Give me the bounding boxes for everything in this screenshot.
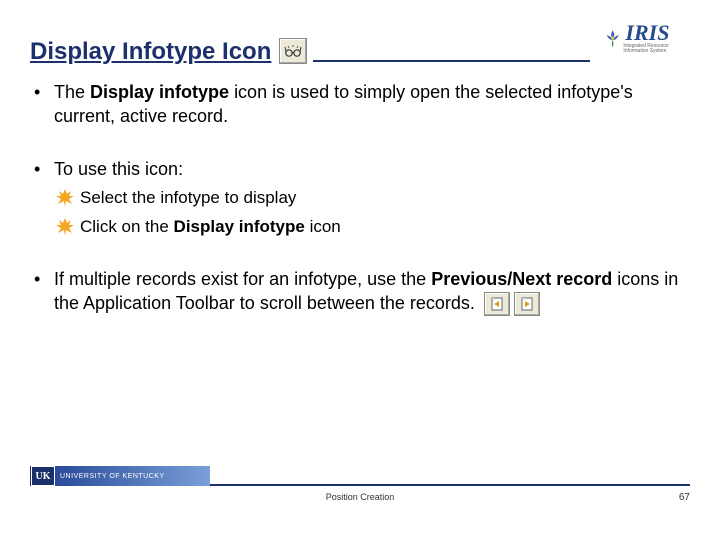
main-list: The Display infotype icon is used to sim… [30, 80, 690, 317]
sub-2-post: icon [310, 217, 341, 236]
uk-org-text: UNIVERSITY OF KENTUCKY [60, 473, 165, 480]
uk-logo: UK UNIVERSITY OF KENTUCKY [30, 466, 210, 486]
slide-title: Display Infotype Icon [30, 38, 271, 66]
page-number: 67 [679, 492, 690, 503]
b3-bold: Previous/Next record [431, 269, 617, 289]
prev-record-icon [490, 297, 504, 311]
iris-logo-sub: Integrated Resource Information System [623, 44, 692, 54]
title-rule [313, 60, 590, 62]
sub-2-bold: Display infotype [174, 217, 310, 236]
display-infotype-icon [279, 38, 307, 64]
iris-flower-icon [602, 24, 623, 52]
sub-list: Select the infotype to display Click on … [56, 187, 690, 239]
b3-pre: If multiple records exist for an infotyp… [54, 269, 431, 289]
title-row: Display Infotype Icon [30, 28, 690, 66]
sub-2-pre: Click on the [80, 217, 174, 236]
glasses-icon [284, 44, 302, 58]
sub-1: Select the infotype to display [56, 187, 690, 210]
next-record-button[interactable] [514, 292, 540, 316]
b1-bold: Display infotype [90, 82, 234, 102]
prev-record-button[interactable] [484, 292, 510, 316]
nav-icons-group [484, 292, 539, 317]
slide: Display Infotype Icon IRIS Integrated Re… [0, 0, 720, 540]
iris-text-block: IRIS Integrated Resource Information Sys… [623, 22, 692, 54]
bullet-2: To use this icon: Select the infotype to… [30, 157, 690, 239]
b2-text: To use this icon: [54, 159, 183, 179]
b1-pre: The [54, 82, 90, 102]
next-record-icon [520, 297, 534, 311]
footer: UK UNIVERSITY OF KENTUCKY Position Creat… [30, 484, 690, 520]
starburst-icon [56, 189, 74, 207]
body-content: The Display infotype icon is used to sim… [30, 80, 690, 345]
sub-1-text: Select the infotype to display [80, 188, 296, 207]
uk-mark: UK [31, 466, 55, 486]
iris-logo: IRIS Integrated Resource Information Sys… [602, 18, 692, 58]
footer-center-text: Position Creation [326, 492, 395, 502]
iris-logo-text: IRIS [625, 22, 692, 44]
starburst-icon [56, 218, 74, 236]
bullet-3: If multiple records exist for an infotyp… [30, 267, 690, 317]
bullet-1: The Display infotype icon is used to sim… [30, 80, 690, 129]
sub-2: Click on the Display infotype icon [56, 216, 690, 239]
